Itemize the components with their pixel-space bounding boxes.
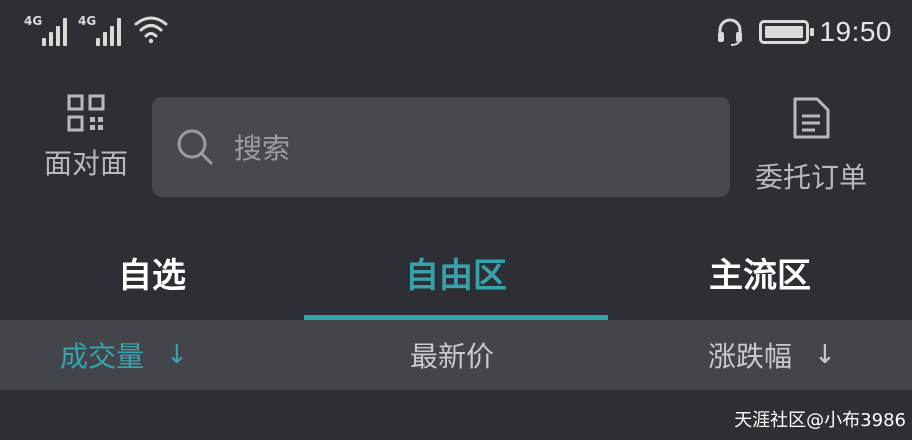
search-icon: [177, 129, 213, 165]
headset-icon: [718, 18, 743, 46]
tab-main-zone[interactable]: 主流区: [608, 224, 912, 320]
sort-by-change[interactable]: 涨跌幅 ↓: [708, 320, 836, 390]
search-placeholder: 搜索: [234, 132, 291, 165]
header: 面对面 搜索 委托订单: [0, 64, 912, 224]
qr-code-icon: [67, 94, 105, 132]
change-label: 涨跌幅: [708, 340, 793, 373]
orders-label: 委托订单: [754, 161, 867, 194]
orders-button[interactable]: 委托订单: [746, 96, 876, 196]
status-time: 19:50: [819, 16, 892, 47]
wifi-icon: [134, 16, 168, 44]
document-icon: [793, 97, 830, 139]
tab-label: 自选: [118, 255, 186, 296]
face-to-face-button[interactable]: 面对面: [38, 94, 134, 182]
sort-by-volume[interactable]: 成交量 ↓: [60, 320, 188, 390]
sort-bar: 成交量 ↓ 最新价 涨跌幅 ↓: [0, 320, 912, 390]
price-label: 最新价: [410, 340, 495, 373]
sim2-label: 4G: [78, 14, 97, 28]
watermark: 天涯社区@小布3986: [734, 410, 906, 431]
market-tabs: 自选 自由区 主流区: [0, 224, 912, 320]
tab-free-zone[interactable]: 自由区: [304, 224, 608, 320]
battery-icon: [759, 20, 815, 44]
status-bar: 4G 4G 19:50: [0, 0, 912, 64]
search-input[interactable]: 搜索: [152, 97, 730, 197]
face-to-face-label: 面对面: [43, 147, 128, 180]
volume-label: 成交量: [60, 340, 145, 373]
sort-by-price[interactable]: 最新价: [410, 320, 494, 390]
sim1-label: 4G: [24, 14, 43, 28]
tab-label: 主流区: [709, 255, 811, 296]
signal-icon: 4G: [78, 14, 126, 46]
tab-label: 自由区: [405, 255, 507, 296]
signal-icon: 4G: [24, 14, 70, 46]
tab-favorites[interactable]: 自选: [0, 224, 304, 320]
arrow-down-icon: ↓: [166, 340, 188, 370]
arrow-down-icon: ↓: [814, 340, 836, 370]
